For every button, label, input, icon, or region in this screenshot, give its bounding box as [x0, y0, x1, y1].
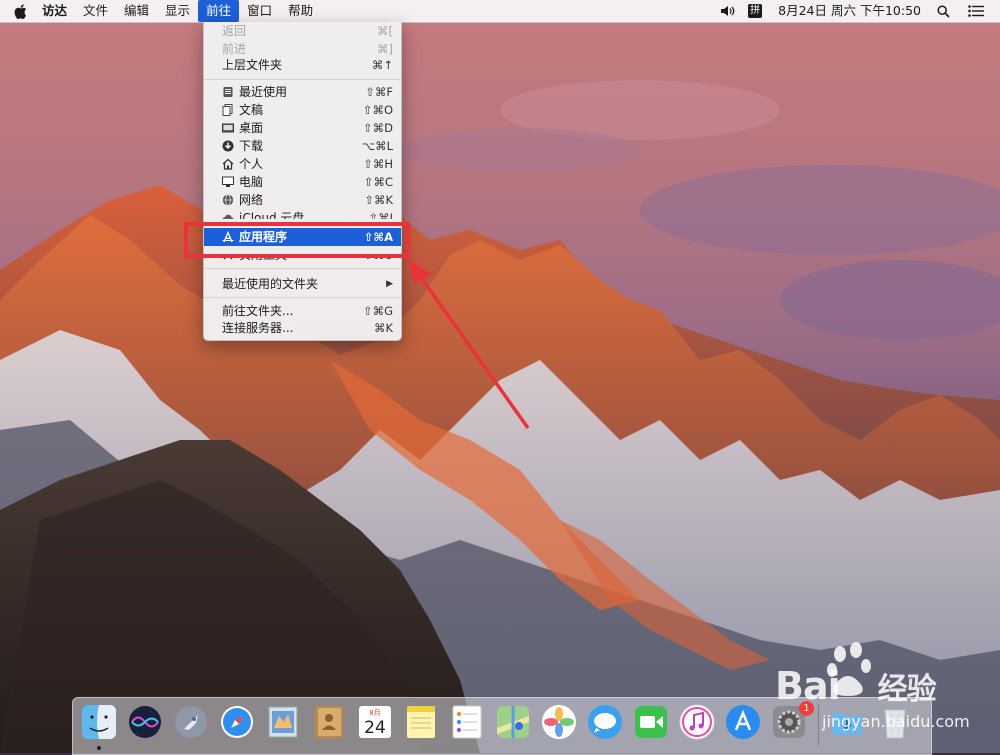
- volume-icon[interactable]: [714, 0, 742, 22]
- apple-menu-icon[interactable]: [12, 0, 28, 22]
- submenu-arrow-icon: ▶: [386, 279, 393, 289]
- shortcut-label: ⌘[: [377, 24, 393, 38]
- mail-icon[interactable]: [265, 704, 301, 740]
- watermark-url: jingyan.baidu.com: [822, 712, 970, 731]
- clock[interactable]: 8月24日 周六 下午10:50: [768, 0, 931, 22]
- computer-icon: [222, 176, 234, 187]
- menu-item-recents[interactable]: 最近使用 ⇧⌘F: [204, 83, 401, 101]
- documents-icon: [222, 104, 233, 116]
- spotlight-search-icon[interactable]: [931, 0, 956, 22]
- menu-item-label: 返回: [222, 24, 247, 38]
- shortcut-label: ⇧⌘O: [362, 103, 393, 117]
- menu-item-label: 下载: [239, 139, 264, 153]
- menu-item-documents[interactable]: 文稿 ⇧⌘O: [204, 101, 401, 119]
- menu-item-connect-server[interactable]: 连接服务器... ⌘K: [204, 319, 401, 337]
- menu-item-go-to-folder[interactable]: 前往文件夹... ⇧⌘G: [204, 302, 401, 320]
- watermark-text: Bai 经验: [775, 664, 937, 708]
- menu-separator: [204, 297, 401, 298]
- notification-center-icon[interactable]: [956, 0, 990, 22]
- contacts-icon[interactable]: [311, 704, 347, 740]
- menu-item-label: 文稿: [239, 103, 264, 117]
- menu-window[interactable]: 窗口: [239, 0, 280, 22]
- menu-item-computer[interactable]: 电脑 ⇧⌘C: [204, 173, 401, 191]
- calendar-icon[interactable]: 8月 24: [357, 704, 393, 740]
- appstore-icon[interactable]: [725, 704, 761, 740]
- menu-item-label: 最近使用的文件夹: [222, 277, 319, 291]
- go-menu-dropdown: 返回 ⌘[ 前进 ⌘] 上层文件夹 ⌘↑ 最近使用 ⇧⌘F 文稿 ⇧⌘O 桌面 …: [203, 22, 402, 341]
- menu-item-label: 最近使用: [239, 85, 288, 99]
- watermark-brand: Bai: [775, 664, 841, 708]
- menu-item-label: 电脑: [239, 175, 264, 189]
- photos-icon[interactable]: [541, 704, 577, 740]
- shortcut-label: ⇧⌘F: [365, 85, 393, 99]
- safari-icon[interactable]: [219, 704, 255, 740]
- input-method-icon[interactable]: 拼: [742, 0, 768, 22]
- menu-go[interactable]: 前往: [198, 0, 240, 22]
- reminders-icon[interactable]: [449, 704, 485, 740]
- menu-item-enclosing-folder[interactable]: 上层文件夹 ⌘↑: [204, 56, 401, 74]
- finder-icon[interactable]: [81, 704, 117, 740]
- calendar-day: 24: [364, 718, 386, 738]
- menu-help[interactable]: 帮助: [280, 0, 321, 22]
- menu-item-downloads[interactable]: 下载 ⌥⌘L: [204, 137, 401, 155]
- running-indicator: [97, 746, 101, 750]
- menu-item-back: 返回 ⌘[: [204, 22, 401, 40]
- menu-item-recent-folders[interactable]: 最近使用的文件夹 ▶: [204, 275, 401, 293]
- facetime-icon[interactable]: [633, 704, 669, 740]
- shortcut-label: ⌥⌘L: [361, 139, 393, 153]
- downloads-icon: [222, 140, 234, 152]
- menu-item-label: 个人: [239, 157, 264, 171]
- shortcut-label: ⇧⌘G: [362, 304, 393, 318]
- menu-edit[interactable]: 编辑: [116, 0, 157, 22]
- menu-item-label: 网络: [239, 193, 264, 207]
- menu-separator: [204, 79, 401, 80]
- menu-file[interactable]: 文件: [75, 0, 116, 22]
- notes-icon[interactable]: [403, 704, 439, 740]
- menu-item-network[interactable]: 网络 ⇧⌘K: [204, 191, 401, 209]
- network-icon: [222, 194, 234, 206]
- menu-bar: 访达 文件 编辑 显示 前往 窗口 帮助 拼 8月24日 周六 下午10:50: [0, 0, 1000, 23]
- siri-icon[interactable]: [127, 704, 163, 740]
- calendar-month: 8月: [369, 709, 380, 717]
- shortcut-label: ⇧⌘K: [364, 193, 393, 207]
- menu-item-label: 上层文件夹: [222, 58, 283, 72]
- messages-icon[interactable]: [587, 704, 623, 740]
- menu-item-label: 连接服务器...: [222, 321, 294, 335]
- menu-view[interactable]: 显示: [157, 0, 198, 22]
- input-method-label: 拼: [748, 4, 763, 18]
- maps-icon[interactable]: [495, 704, 531, 740]
- menu-item-home[interactable]: 个人 ⇧⌘H: [204, 155, 401, 173]
- menu-separator: [204, 268, 401, 269]
- menu-item-label: 桌面: [239, 121, 264, 135]
- shortcut-label: ⌘K: [373, 321, 393, 335]
- desktop-icon: [222, 123, 234, 133]
- itunes-icon[interactable]: [679, 704, 715, 740]
- launchpad-icon[interactable]: [173, 704, 209, 740]
- recents-icon: [223, 87, 233, 97]
- shortcut-label: ⇧⌘D: [363, 121, 393, 135]
- menu-finder[interactable]: 访达: [34, 0, 75, 22]
- menu-item-desktop[interactable]: 桌面 ⇧⌘D: [204, 119, 401, 137]
- shortcut-label: ⇧⌘C: [363, 175, 393, 189]
- menu-item-label: 前往文件夹...: [222, 304, 294, 318]
- shortcut-label: ⇧⌘H: [363, 157, 393, 171]
- shortcut-label: ⌘↑: [371, 58, 393, 72]
- watermark-cn: 经验: [877, 672, 937, 707]
- annotation-highlight-box: [184, 222, 410, 258]
- home-icon: [222, 158, 234, 170]
